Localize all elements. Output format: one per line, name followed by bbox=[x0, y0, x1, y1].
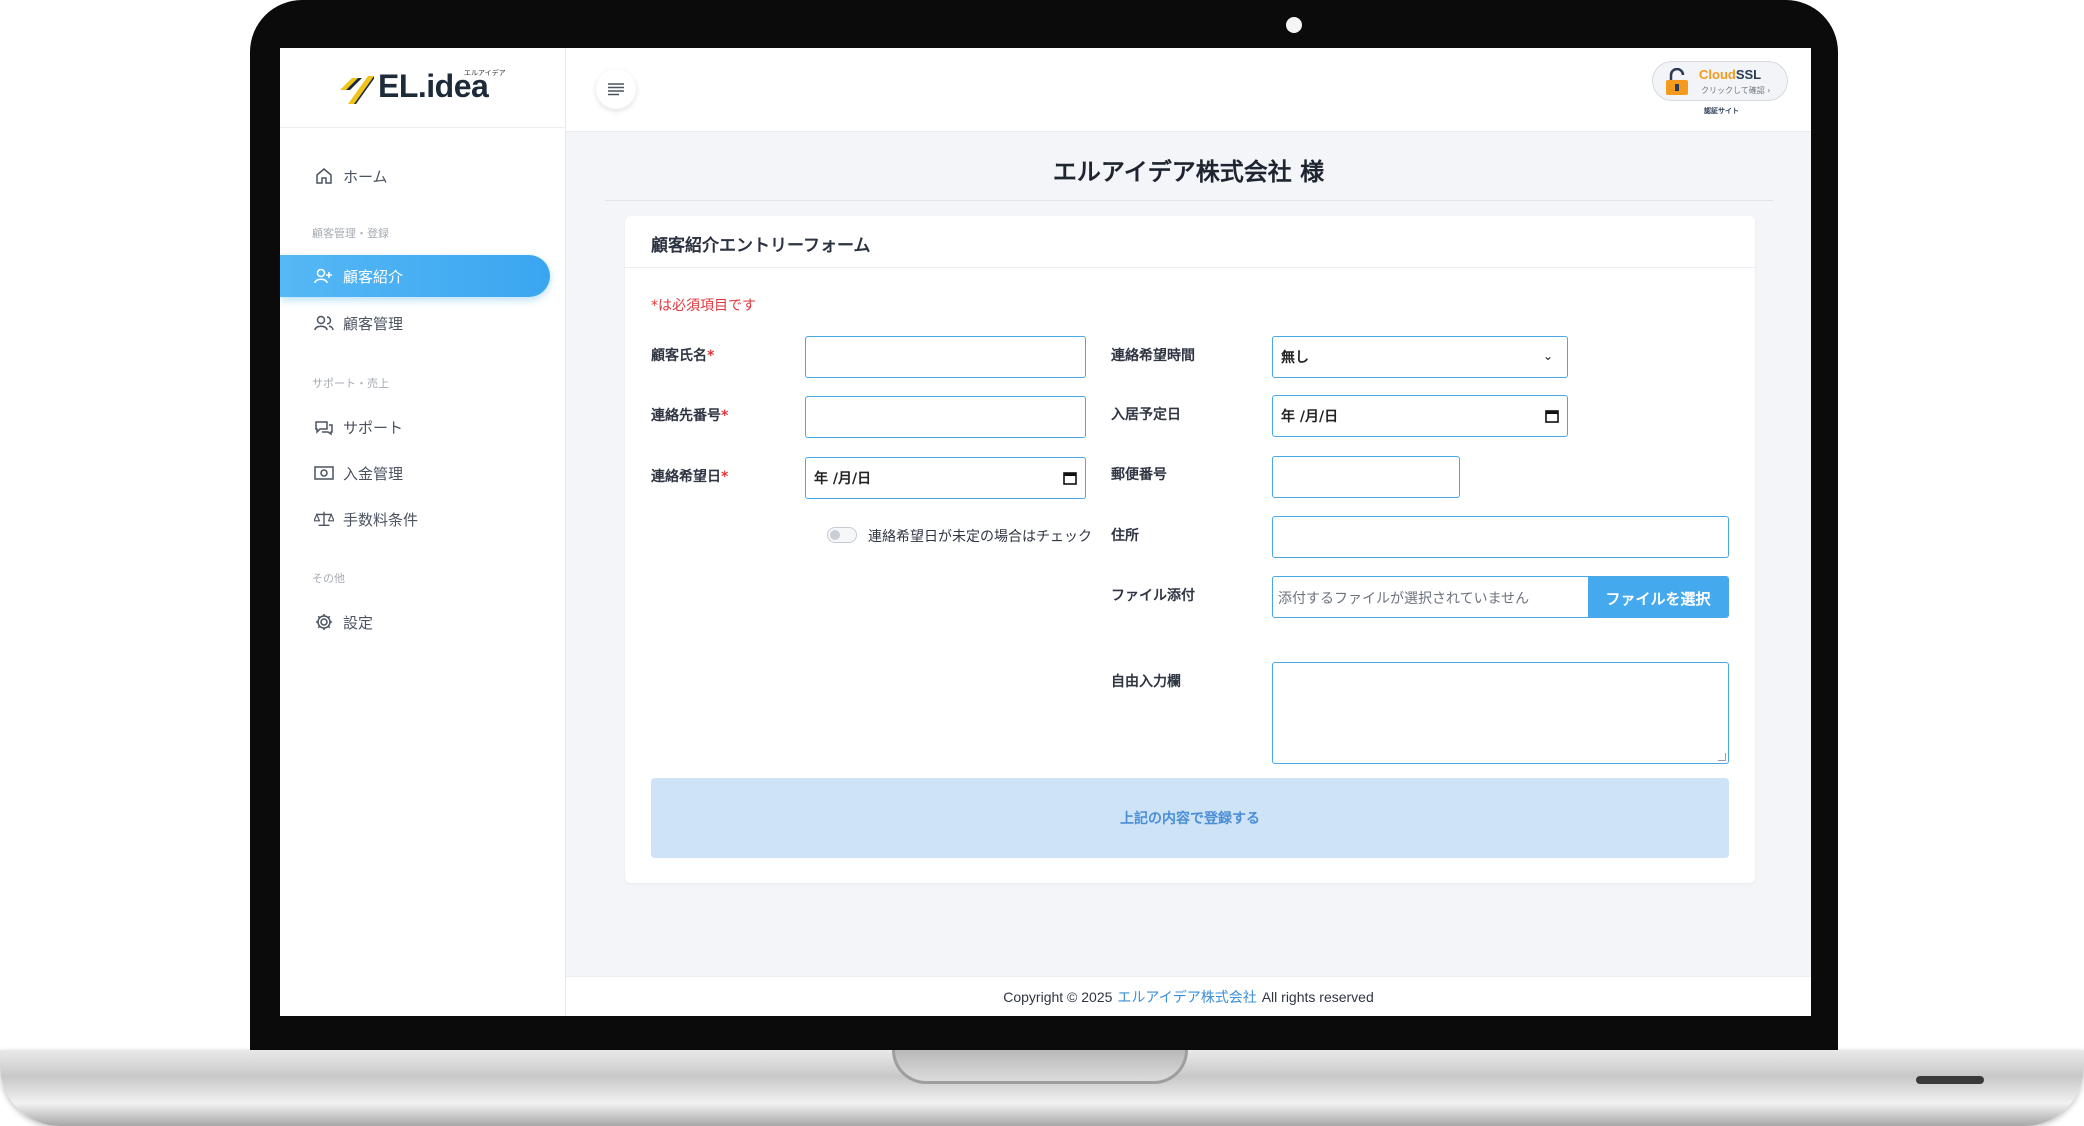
logo[interactable]: EL.idea エルアイデア bbox=[280, 48, 566, 128]
sidebar-item-customer-management[interactable]: 顧客管理 bbox=[280, 302, 550, 344]
footer-copyright: Copyright © 2025 bbox=[1003, 988, 1113, 1005]
sidebar-item-payment[interactable]: 入金管理 bbox=[280, 452, 550, 494]
card-header: 顧客紹介エントリーフォーム bbox=[625, 216, 1755, 268]
nav-section-support: サポート・売上 bbox=[312, 377, 389, 390]
file-select-button[interactable]: ファイルを選択 bbox=[1588, 577, 1728, 617]
footer-company-link[interactable]: エルアイデア株式会社 bbox=[1117, 987, 1256, 1007]
postal-input[interactable] bbox=[1272, 456, 1460, 498]
nav-section-other: その他 bbox=[312, 572, 345, 585]
sidebar-item-label: ホーム bbox=[343, 167, 388, 186]
money-icon bbox=[314, 463, 334, 483]
contact-time-label: 連絡希望時間 bbox=[1111, 348, 1195, 364]
card-title: 顧客紹介エントリーフォーム bbox=[651, 236, 871, 256]
move-in-label: 入居予定日 bbox=[1111, 407, 1181, 423]
free-text-label: 自由入力欄 bbox=[1111, 674, 1181, 690]
sidebar-item-home[interactable]: ホーム bbox=[280, 155, 550, 197]
gear-icon bbox=[314, 612, 334, 632]
sidebar-item-settings[interactable]: 設定 bbox=[280, 601, 550, 643]
footer-rights: All rights reserved bbox=[1261, 988, 1374, 1005]
sidebar-item-label: サポート bbox=[343, 418, 404, 437]
sidebar-item-label: 顧客紹介 bbox=[343, 267, 404, 286]
phone-input[interactable] bbox=[805, 396, 1086, 438]
move-in-date-input[interactable]: 年 /月/日 bbox=[1272, 395, 1568, 437]
logo-sub: エルアイデア bbox=[464, 69, 506, 77]
contact-date-input[interactable]: 年 /月/日 bbox=[805, 457, 1086, 499]
sidebar: EL.idea エルアイデア ホーム 顧客管理・登録 顧客紹介 顧客管理 サポー… bbox=[280, 48, 566, 1016]
title-divider bbox=[605, 200, 1773, 201]
sidebar-item-label: 顧客管理 bbox=[343, 314, 404, 333]
camera-icon bbox=[1286, 17, 1302, 33]
file-input[interactable]: 添付するファイルが選択されていません ファイルを選択 bbox=[1272, 576, 1729, 618]
lock-icon bbox=[1666, 68, 1688, 95]
nav-section-customer: 顧客管理・登録 bbox=[312, 227, 389, 240]
top-header: CloudSSL クリックして確認 › 認証サイト bbox=[566, 48, 1811, 132]
submit-button[interactable]: 上記の内容で登録する bbox=[651, 778, 1729, 858]
calendar-icon bbox=[1063, 472, 1077, 485]
calendar-icon bbox=[1545, 410, 1559, 423]
free-text-area[interactable] bbox=[1272, 662, 1729, 764]
chevron-down-icon: ⌄ bbox=[1542, 349, 1553, 363]
name-label: 顧客氏名* bbox=[651, 348, 715, 364]
base-slot bbox=[1916, 1076, 1984, 1084]
undecided-label: 連絡希望日が未定の場合はチェック bbox=[868, 529, 1092, 545]
phone-label: 連絡先番号* bbox=[651, 408, 729, 424]
ssl-caption: 認証サイト bbox=[1704, 107, 1739, 115]
undecided-toggle[interactable] bbox=[827, 527, 857, 543]
ssl-title: CloudSSL bbox=[1699, 67, 1762, 82]
menu-button[interactable] bbox=[596, 69, 636, 109]
address-input[interactable] bbox=[1272, 516, 1729, 558]
menu-icon bbox=[608, 83, 624, 96]
base-notch bbox=[892, 1050, 1188, 1084]
sidebar-item-label: 設定 bbox=[343, 613, 374, 632]
name-input[interactable] bbox=[805, 336, 1086, 378]
ssl-subtitle: クリックして確認 › bbox=[1701, 86, 1771, 95]
sidebar-item-fee[interactable]: 手数料条件 bbox=[280, 498, 550, 540]
address-label: 住所 bbox=[1111, 528, 1139, 544]
sidebar-item-label: 手数料条件 bbox=[343, 510, 419, 529]
ssl-badge[interactable]: CloudSSL クリックして確認 › bbox=[1652, 61, 1788, 101]
required-note: *は必須項目です bbox=[651, 298, 756, 314]
scale-icon bbox=[314, 509, 334, 529]
entry-form-card: 顧客紹介エントリーフォーム *は必須項目です 顧客氏名* 連絡先番号* 連絡希望… bbox=[625, 216, 1755, 883]
chat-icon bbox=[314, 417, 334, 437]
page-title: エルアイデア株式会社 様 bbox=[1052, 158, 1325, 186]
sidebar-item-label: 入金管理 bbox=[343, 464, 404, 483]
move-in-date-value: 年 /月/日 bbox=[1281, 409, 1339, 425]
file-placeholder: 添付するファイルが選択されていません bbox=[1278, 591, 1530, 607]
logo-mark-icon bbox=[340, 76, 374, 104]
sidebar-item-support[interactable]: サポート bbox=[280, 406, 550, 448]
file-label: ファイル添付 bbox=[1111, 588, 1195, 604]
user-plus-icon bbox=[314, 266, 334, 286]
contact-date-label: 連絡希望日* bbox=[651, 469, 729, 485]
home-icon bbox=[314, 166, 334, 186]
sidebar-item-customer-referral[interactable]: 顧客紹介 bbox=[280, 255, 550, 297]
postal-label: 郵便番号 bbox=[1111, 467, 1167, 483]
users-icon bbox=[314, 313, 334, 333]
footer: Copyright © 2025 エルアイデア株式会社 All rights r… bbox=[566, 976, 1811, 1016]
contact-date-value: 年 /月/日 bbox=[814, 471, 872, 487]
laptop-base bbox=[0, 1050, 2084, 1126]
screen: EL.idea エルアイデア ホーム 顧客管理・登録 顧客紹介 顧客管理 サポー… bbox=[280, 48, 1811, 1016]
contact-time-select[interactable]: 無し ⌄ bbox=[1272, 336, 1568, 378]
contact-time-value: 無し bbox=[1281, 350, 1309, 366]
